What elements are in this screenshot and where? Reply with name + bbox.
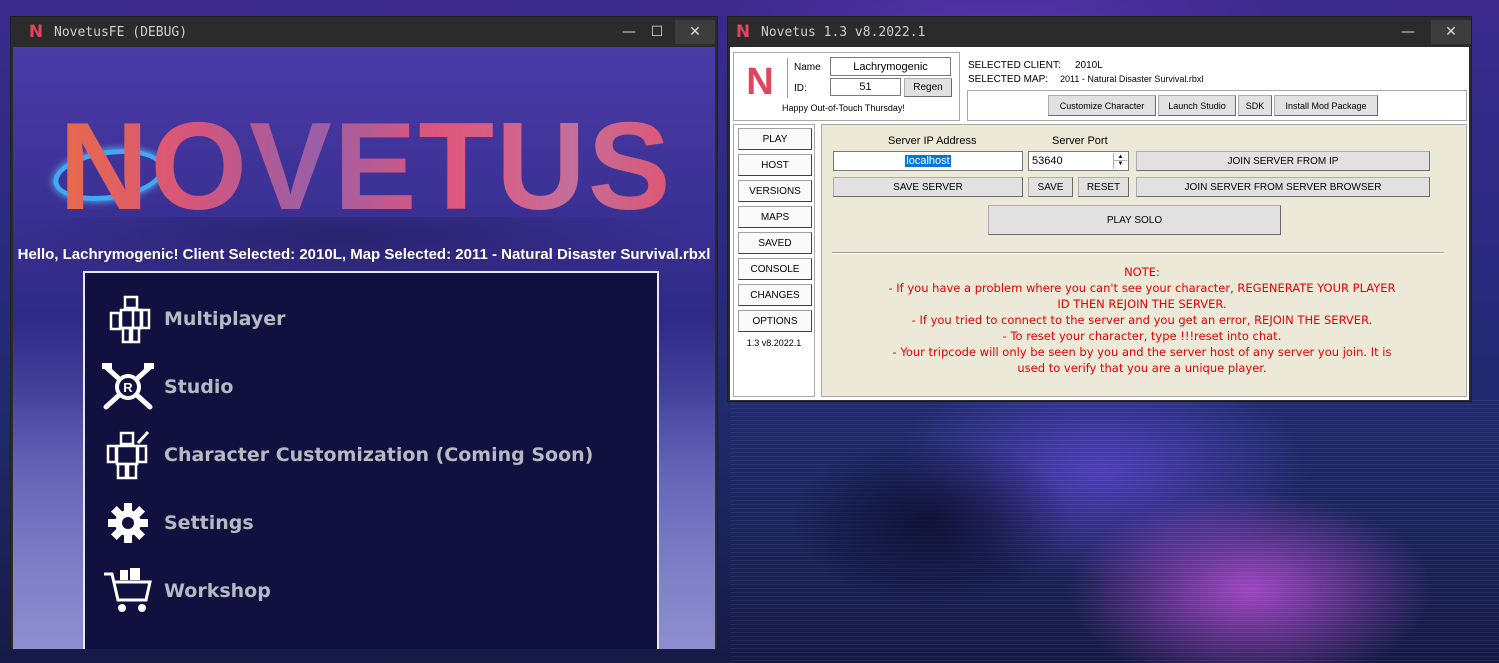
launcher-titlebar[interactable]: N Novetus 1.3 v8.2022.1 — ✕ <box>728 17 1471 47</box>
panel-separator <box>832 252 1444 254</box>
selected-map-value: 2011 - Natural Disaster Survival.rbxl <box>1060 74 1204 84</box>
fe-titlebar[interactable]: N NovetusFE (DEBUG) — ☐ ✕ <box>11 17 717 47</box>
spinner-down-icon[interactable]: ▼ <box>1114 161 1127 168</box>
menu-label-multiplayer: Multiplayer <box>164 308 286 330</box>
note-line: - Your tripcode will only be seen by you… <box>892 345 1392 359</box>
play-panel: Server IP Address Server Port localhost … <box>821 124 1467 397</box>
tab-play[interactable]: PLAY <box>738 128 812 150</box>
gear-icon <box>100 495 156 551</box>
note-line: ID THEN REJOIN THE SERVER. <box>1057 297 1227 311</box>
join-server-from-ip-button[interactable]: JOIN SERVER FROM IP <box>1136 151 1430 171</box>
studio-icon: R <box>100 359 156 415</box>
svg-text:R: R <box>123 380 133 395</box>
close-button[interactable]: ✕ <box>1431 20 1471 44</box>
server-ip-label: Server IP Address <box>888 135 977 147</box>
tab-options[interactable]: OPTIONS <box>738 310 812 332</box>
tab-versions[interactable]: VERSIONS <box>738 180 812 202</box>
note-line: NOTE: <box>1124 265 1160 279</box>
tab-changes[interactable]: CHANGES <box>738 284 812 306</box>
top-action-bar: Customize Character Launch Studio SDK In… <box>967 90 1467 121</box>
menu-label-settings: Settings <box>164 512 254 534</box>
menu-label-workshop: Workshop <box>164 580 271 602</box>
spinner-up-icon[interactable]: ▲ <box>1114 153 1127 161</box>
menu-item-studio[interactable]: R Studio <box>100 359 600 415</box>
note-line: - If you have a problem where you can't … <box>888 281 1396 295</box>
menu-item-workshop[interactable]: Workshop <box>100 563 600 619</box>
note-line: used to verify that you are a unique pla… <box>1017 361 1267 375</box>
tab-console[interactable]: CONSOLE <box>738 258 812 280</box>
avatar-divider <box>787 58 788 98</box>
selected-map-label: SELECTED MAP: <box>968 74 1049 85</box>
minimize-button[interactable]: — <box>1388 20 1428 44</box>
play-solo-button[interactable]: PLAY SOLO <box>988 205 1281 235</box>
novetusfe-window[interactable]: N NovetusFE (DEBUG) — ☐ ✕ NOVETUS Hello,… <box>10 16 718 650</box>
note-line: - If you tried to connect to the server … <box>911 313 1373 327</box>
maximize-button[interactable]: ☐ <box>637 20 677 44</box>
launcher-window-title: Novetus 1.3 v8.2022.1 <box>761 24 926 40</box>
note-text: NOTE: - If you have a problem where you … <box>842 264 1442 376</box>
sdk-button[interactable]: SDK <box>1238 95 1272 116</box>
menu-label-character-customization: Character Customization (Coming Soon) <box>164 444 594 466</box>
selected-client-label: SELECTED CLIENT: <box>968 60 1061 71</box>
user-info-box: N Name Lachrymogenic ID: 51 Regen Happy … <box>733 52 960 121</box>
launcher-tab-column: PLAY HOST VERSIONS MAPS SAVED CONSOLE CH… <box>733 124 815 397</box>
menu-item-settings[interactable]: Settings <box>100 495 600 551</box>
multiplayer-icon <box>100 291 156 347</box>
selected-client-value: 2010L <box>1075 60 1103 71</box>
install-mod-package-button[interactable]: Install Mod Package <box>1274 95 1378 116</box>
server-ip-field[interactable]: localhost <box>833 151 1023 171</box>
day-message: Happy Out-of-Touch Thursday! <box>782 103 905 113</box>
wallpaper-shadow <box>780 430 1200 663</box>
version-label: 1.3 v8.2022.1 <box>746 338 802 348</box>
server-port-label: Server Port <box>1052 135 1108 147</box>
fe-main-menu: Multiplayer R Studio Character Customiza… <box>83 271 659 649</box>
novetus-avatar-logo: N <box>746 61 774 103</box>
tab-maps[interactable]: MAPS <box>738 206 812 228</box>
menu-label-studio: Studio <box>164 376 234 398</box>
port-spinner[interactable]: ▲ ▼ <box>1113 153 1127 169</box>
save-button[interactable]: SAVE <box>1028 177 1073 197</box>
fe-window-title: NovetusFE (DEBUG) <box>54 24 188 40</box>
regen-button[interactable]: Regen <box>904 78 952 97</box>
name-label: Name <box>794 62 821 73</box>
novetus-launcher-window[interactable]: N Novetus 1.3 v8.2022.1 — ✕ N Name Lachr… <box>727 16 1472 402</box>
launcher-client-area: N Name Lachrymogenic ID: 51 Regen Happy … <box>730 47 1469 400</box>
name-field[interactable]: Lachrymogenic <box>830 57 951 76</box>
server-port-value: 53640 <box>1032 155 1063 167</box>
novetus-logo-icon: N <box>28 22 44 42</box>
novetus-logo-icon: N <box>735 22 751 42</box>
tab-host[interactable]: HOST <box>738 154 812 176</box>
shopping-cart-icon <box>100 563 156 619</box>
greeting-text: Hello, Lachrymogenic! Client Selected: 2… <box>17 246 711 263</box>
id-label: ID: <box>794 83 807 94</box>
menu-item-multiplayer[interactable]: Multiplayer <box>100 291 600 347</box>
join-server-from-browser-button[interactable]: JOIN SERVER FROM SERVER BROWSER <box>1136 177 1430 197</box>
customize-character-button[interactable]: Customize Character <box>1048 95 1156 116</box>
tab-saved[interactable]: SAVED <box>738 232 812 254</box>
close-button[interactable]: ✕ <box>675 20 715 44</box>
character-icon <box>100 427 156 483</box>
menu-item-character-customization[interactable]: Character Customization (Coming Soon) <box>100 427 600 483</box>
save-server-button[interactable]: SAVE SERVER <box>833 177 1023 197</box>
novetus-logo-banner: NOVETUS <box>59 102 699 232</box>
launch-studio-button[interactable]: Launch Studio <box>1158 95 1236 116</box>
server-ip-value: localhost <box>905 155 951 167</box>
note-line: - To reset your character, type !!!reset… <box>1002 329 1282 343</box>
server-port-field[interactable]: 53640 ▲ ▼ <box>1028 151 1129 171</box>
id-field[interactable]: 51 <box>830 78 901 96</box>
reset-button[interactable]: RESET <box>1078 177 1129 197</box>
fe-client-area: NOVETUS Hello, Lachrymogenic! Client Sel… <box>13 47 715 649</box>
